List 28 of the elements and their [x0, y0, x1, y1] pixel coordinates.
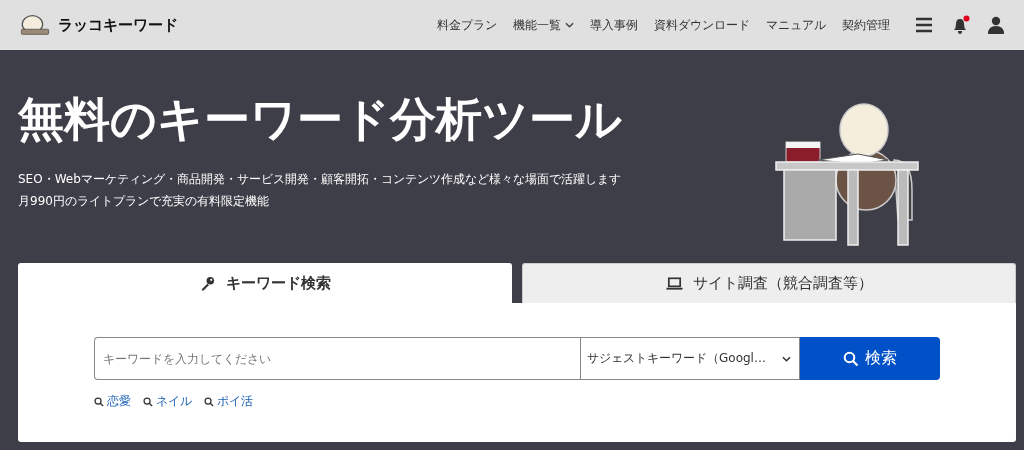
search-icon	[94, 396, 104, 407]
suggestion-link[interactable]: ポイ活	[204, 393, 253, 410]
tab[interactable]: キーワード検索	[18, 263, 512, 303]
logo-icon	[18, 13, 52, 37]
nav-link[interactable]: マニュアル	[758, 16, 834, 34]
hero-title: 無料のキーワード分析ツール	[18, 92, 622, 148]
tab[interactable]: サイト調査（競合調査等）	[522, 263, 1016, 303]
mode-select[interactable]: サジェストキーワード（Googl…	[580, 337, 800, 380]
user-icon[interactable]	[986, 15, 1006, 35]
caret-icon	[782, 355, 791, 362]
suggestion-link[interactable]: 恋愛	[94, 393, 131, 410]
menu-icon[interactable]	[914, 15, 934, 35]
key-icon	[199, 276, 216, 291]
nav-link[interactable]: 料金プラン	[429, 16, 505, 34]
nav-link[interactable]: 導入事例	[582, 16, 646, 34]
nav-link[interactable]: 機能一覧	[505, 16, 582, 34]
hero-subtitle: SEO・Webマーケティング・商品開発・サービス開発・顧客開拓・コンテンツ作成など様々な場面で活躍します	[18, 171, 622, 189]
logo-text[interactable]: ラッコキーワード	[58, 15, 178, 35]
search-icon	[143, 396, 153, 407]
search-icon	[204, 396, 214, 407]
laptop-icon	[665, 276, 683, 291]
nav-link[interactable]: 資料ダウンロード	[646, 16, 758, 34]
search-icon	[843, 350, 859, 367]
nav-link[interactable]: 契約管理	[834, 16, 898, 34]
hero-subtitle: 月990円のライトプランで充実の有料限定機能	[18, 193, 270, 211]
suggestion-link[interactable]: ネイル	[143, 393, 192, 410]
keyword-field[interactable]: キーワードを入力してください	[94, 337, 580, 380]
search-button[interactable]: 検索	[800, 337, 940, 380]
